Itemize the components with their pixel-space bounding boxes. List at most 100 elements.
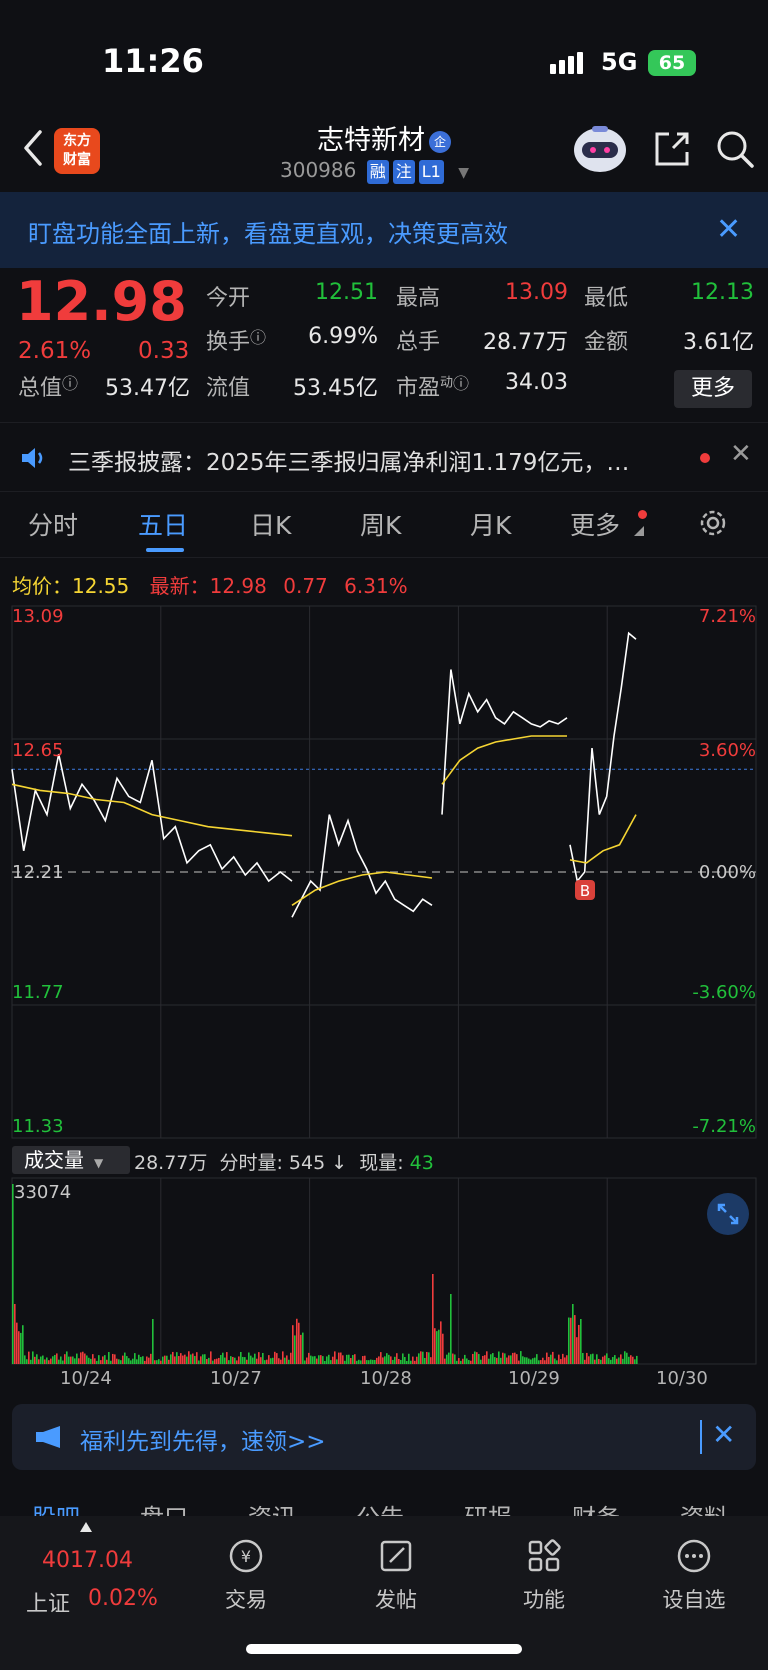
tab-monthly-k[interactable]: 月K <box>470 506 511 542</box>
pct-tick: -3.60% <box>692 982 756 1003</box>
volume-bar <box>226 1352 228 1364</box>
nav-post[interactable]: 发帖 <box>346 1536 446 1614</box>
volume-bar <box>546 1352 548 1364</box>
volume-bar <box>350 1358 352 1364</box>
volume-chart[interactable] <box>0 1176 768 1366</box>
volume-bar <box>528 1358 530 1364</box>
volume-bar <box>324 1360 326 1364</box>
volume-selector[interactable]: 成交量 ▼ <box>12 1146 130 1174</box>
news-ticker[interactable]: 三季报披露：2025年三季报归属净利润1.179亿元，… ✕ <box>0 422 768 492</box>
volume-bar <box>60 1356 62 1364</box>
info-icon[interactable]: ⓘ <box>250 328 266 347</box>
promo-close-icon[interactable]: ✕ <box>712 1418 735 1451</box>
volume-bar <box>46 1357 48 1364</box>
sh-index-value[interactable]: 4017.04 <box>42 1548 133 1573</box>
volume-bar <box>148 1357 150 1364</box>
avg-value: 12.55 <box>72 574 130 598</box>
feature-banner[interactable]: 盯盘功能全面上新，看盘更直观，决策更高效 ✕ <box>0 192 768 268</box>
latest-value: 12.98 <box>209 574 267 598</box>
volume-bar <box>12 1184 14 1364</box>
volume-bar <box>442 1333 444 1364</box>
volume-bar <box>210 1351 212 1364</box>
volume-bar <box>416 1356 418 1364</box>
volume-bar <box>472 1353 474 1364</box>
float-cap-label: 流值 <box>206 376 251 401</box>
volume-bar <box>342 1355 344 1364</box>
date-label: 10/29 <box>508 1368 560 1389</box>
pct-tick: -7.21% <box>692 1116 756 1137</box>
volume-bar <box>110 1360 112 1364</box>
volume-bar <box>534 1357 536 1364</box>
expand-icon[interactable] <box>706 1192 750 1236</box>
high-value: 13.09 <box>505 280 568 305</box>
volume-bar <box>32 1351 34 1364</box>
settings-gear-icon[interactable] <box>696 506 730 540</box>
tab-daily-k[interactable]: 日K <box>250 506 291 542</box>
volume-bar <box>240 1351 242 1364</box>
volume-bar <box>520 1351 522 1364</box>
volume-bar <box>40 1356 42 1364</box>
volume-bar <box>466 1358 468 1364</box>
volume-bar <box>368 1360 370 1364</box>
volume-info: 28.77万 分时量: 545 ↓ 现量: 43 <box>134 1148 434 1175</box>
volume-bar <box>38 1359 40 1364</box>
volume-bar <box>394 1356 396 1364</box>
tab-five-day[interactable]: 五日 <box>138 506 188 542</box>
tab-weekly-k[interactable]: 周K <box>360 506 401 542</box>
volume-bar <box>50 1358 52 1364</box>
promo-banner[interactable]: 福利先到先得，速领>> ✕ <box>12 1404 756 1470</box>
volume-bar <box>338 1352 340 1364</box>
volume-bar <box>56 1353 58 1364</box>
volume-bar <box>58 1359 60 1364</box>
volume-bar <box>198 1360 200 1364</box>
sh-index-pct[interactable]: 0.02% <box>88 1586 158 1611</box>
volume-bar <box>592 1353 594 1364</box>
volume-bar <box>584 1359 586 1364</box>
tab-intraday[interactable]: 分时 <box>28 506 78 542</box>
volume-bar <box>538 1360 540 1364</box>
volume-bar <box>70 1356 72 1364</box>
volume-bar <box>508 1355 510 1364</box>
volume-bar <box>264 1360 266 1364</box>
volume-bar <box>610 1359 612 1364</box>
volume-bar <box>108 1352 110 1364</box>
volume-bar <box>532 1358 534 1364</box>
stock-code-row[interactable]: 300986 融注 L1 ▼ <box>280 158 469 184</box>
volume-bar <box>294 1335 296 1364</box>
volume-bar <box>594 1359 596 1364</box>
volume-bar <box>556 1360 558 1364</box>
volume-bar <box>98 1355 100 1364</box>
more-button[interactable]: 更多 <box>674 370 752 408</box>
volume-bar <box>388 1354 390 1364</box>
volume-bar <box>186 1356 188 1364</box>
volume-bar <box>246 1359 248 1364</box>
news-close-icon[interactable]: ✕ <box>730 439 752 469</box>
volume-bar <box>248 1352 250 1364</box>
volume-bar <box>550 1354 552 1364</box>
sh-index-name[interactable]: 上证 <box>26 1586 70 1618</box>
nav-watchlist[interactable]: 设自选 <box>644 1536 744 1614</box>
nav-functions[interactable]: 功能 <box>494 1536 594 1614</box>
info-icon[interactable]: ⓘ <box>453 374 469 393</box>
volume-bar <box>216 1358 218 1364</box>
volume-bar <box>140 1356 142 1364</box>
info-icon[interactable]: ⓘ <box>62 374 78 393</box>
search-icon[interactable] <box>714 128 756 170</box>
volume-bar <box>78 1358 80 1364</box>
volume-bar <box>510 1355 512 1364</box>
volume-bar <box>76 1353 78 1364</box>
assistant-robot-icon[interactable] <box>570 120 630 176</box>
share-icon[interactable] <box>651 128 693 170</box>
volume-bar <box>456 1360 458 1364</box>
volume-bar <box>382 1357 384 1364</box>
volume-bar <box>402 1353 404 1364</box>
volume-bar <box>600 1359 602 1364</box>
volume-bar <box>176 1352 178 1364</box>
volume-bar <box>306 1357 308 1364</box>
nav-trade[interactable]: ¥ 交易 <box>196 1536 296 1614</box>
banner-close-icon[interactable]: ✕ <box>716 212 741 247</box>
low-label: 最低 <box>584 286 629 311</box>
volume-bar <box>334 1351 336 1364</box>
tab-more[interactable]: 更多 <box>570 506 620 542</box>
volume-bar <box>300 1334 302 1364</box>
